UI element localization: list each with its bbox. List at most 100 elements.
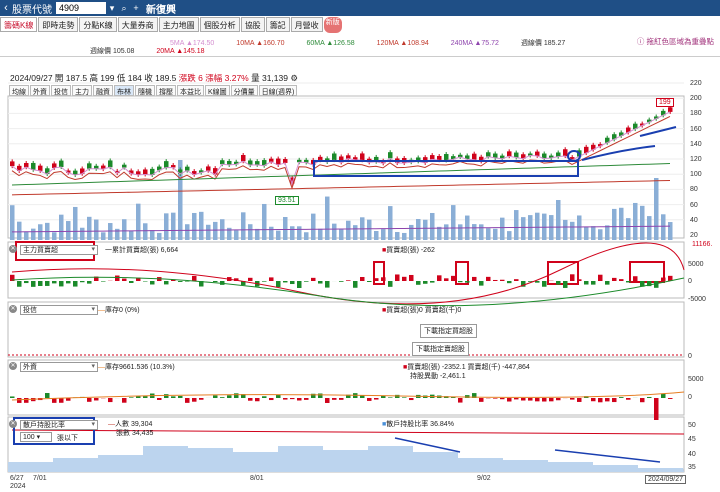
volume-bar — [416, 219, 421, 240]
indicator-bar — [220, 397, 225, 398]
volume-bar — [24, 231, 29, 240]
indicator-bar — [388, 397, 393, 398]
panel1-select[interactable]: 主力買賣超 — [20, 245, 98, 255]
indicator-button[interactable]: 外資 — [30, 85, 50, 96]
indicator-bar — [304, 281, 309, 282]
threshold-select[interactable]: 100 ▾ — [20, 432, 52, 442]
indicator-bar — [528, 398, 533, 401]
volume-bar — [248, 224, 253, 240]
indicator-button[interactable]: 布林 — [114, 85, 134, 96]
indicator-bar — [178, 395, 183, 398]
volume-bar — [535, 212, 540, 240]
panel3-select[interactable]: 外資 — [20, 362, 98, 372]
indicator-button[interactable]: 主力 — [72, 85, 92, 96]
indicator-bar — [262, 281, 267, 282]
indicator-bar — [248, 398, 253, 401]
x-label: 6/27 — [10, 475, 24, 482]
volume-bar — [598, 229, 603, 240]
indicator-button[interactable]: 隨機 — [135, 85, 155, 96]
indicator-bar — [605, 281, 610, 285]
period-select[interactable]: 日線(週界) — [258, 85, 298, 96]
volume-bar — [339, 228, 344, 240]
indicator-bar — [556, 281, 561, 285]
candle — [31, 162, 36, 170]
price-axis-label: 100 — [690, 171, 702, 179]
indicator-bar — [598, 274, 603, 281]
x-label: 9/02 — [477, 475, 491, 482]
indicator-axis-label: 5000 — [688, 261, 704, 268]
indicator-bar — [192, 275, 197, 281]
candle — [535, 151, 540, 156]
close-panel-icon[interactable]: ✕ — [9, 362, 17, 370]
indicator-bar — [570, 274, 575, 281]
indicator-button[interactable]: 投信 — [51, 85, 71, 96]
candle — [269, 158, 274, 162]
indicator-bar — [458, 281, 463, 283]
indicator-bar — [444, 278, 449, 281]
indicator-bar — [59, 281, 64, 287]
volume-bar — [423, 219, 428, 240]
indicator-bar — [122, 398, 127, 403]
indicator-axis-label: 0 — [688, 394, 692, 401]
indicator-button[interactable]: K線圖 — [205, 85, 230, 96]
indicator-bar — [213, 395, 218, 398]
indicator-bar — [360, 276, 365, 281]
indicator-bar — [479, 398, 484, 402]
candle — [24, 163, 29, 168]
indicator-bar — [493, 398, 498, 399]
volume-bar — [122, 219, 127, 240]
low-price-label: 93.51 — [275, 196, 299, 205]
indicator-bar — [514, 398, 519, 400]
indicator-button[interactable]: 均線 — [9, 85, 29, 96]
panel2-inv-label: —庫存0 (0%) — [98, 307, 140, 314]
panel4-select[interactable]: 散戶持股比率 — [20, 420, 98, 430]
indicator-bar — [472, 276, 477, 281]
indicator-bar — [381, 395, 386, 398]
indicator-bar — [458, 398, 463, 403]
indicator-bar — [311, 277, 316, 281]
indicator-bar — [612, 277, 617, 281]
indicator-bar — [367, 281, 372, 282]
indicator-bar — [325, 281, 330, 288]
close-panel-icon[interactable]: ✕ — [9, 420, 17, 428]
indicator-bar — [339, 281, 344, 282]
volume-bar — [17, 221, 22, 240]
indicator-bar — [31, 281, 36, 287]
settings-icon[interactable]: ⚙ — [290, 73, 298, 83]
indicator-button[interactable]: 分價量 — [230, 85, 258, 96]
volume-bar — [262, 203, 267, 240]
indicator-bar — [437, 275, 442, 281]
candle — [486, 152, 491, 157]
close-panel-icon[interactable]: ✕ — [9, 305, 17, 313]
volume-bar — [640, 205, 645, 240]
indicator-button[interactable]: 融資 — [93, 85, 113, 96]
panel4-lots-label: 張數 34,435 — [116, 430, 154, 437]
volume-bar — [577, 215, 582, 240]
volume-bar — [52, 232, 57, 240]
volume-bar — [514, 210, 519, 240]
indicator-bar — [591, 398, 596, 402]
download-sell-button[interactable]: 下載指定賣超股 — [412, 342, 469, 356]
indicator-bar — [619, 279, 624, 281]
volume-bar — [381, 229, 386, 240]
volume-bar — [605, 225, 610, 240]
panel2-select[interactable]: 投信 — [20, 305, 98, 315]
indicator-button[interactable]: 撐壓 — [156, 85, 176, 96]
indicator-bar — [577, 398, 582, 402]
indicator-bar — [150, 281, 155, 285]
candle — [185, 166, 190, 171]
indicator-bar — [640, 398, 645, 403]
indicator-bar — [185, 398, 190, 403]
volume-bar — [402, 232, 407, 240]
indicator-bar — [626, 398, 631, 400]
indicator-bar — [591, 281, 596, 285]
candle — [332, 153, 337, 161]
volume-bar — [283, 216, 288, 240]
indicator-bar — [171, 396, 176, 398]
indicator-axis-label: 40 — [688, 451, 696, 458]
download-buy-button[interactable]: 下載指定買超股 — [420, 324, 477, 338]
indicator-button[interactable]: 本益比 — [177, 85, 204, 96]
candle — [507, 151, 512, 157]
indicator-bar — [227, 395, 232, 398]
close-panel-icon[interactable]: ✕ — [9, 245, 17, 253]
